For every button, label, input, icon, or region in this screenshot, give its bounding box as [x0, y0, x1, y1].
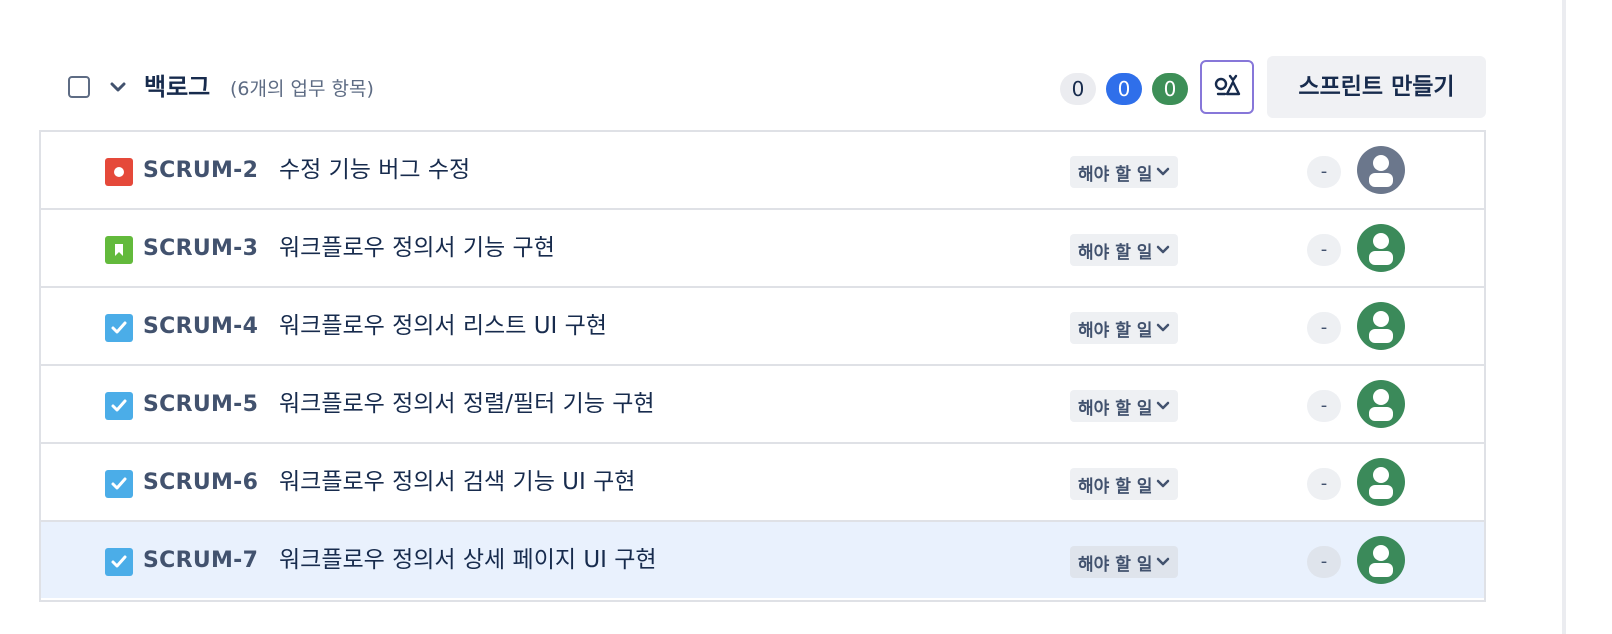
status-dropdown[interactable]: 해야 할 일: [1070, 234, 1179, 266]
assignee-avatar[interactable]: [1357, 380, 1405, 428]
status-label: 해야 할 일: [1078, 398, 1153, 419]
assignee-avatar[interactable]: [1357, 224, 1405, 272]
task-icon: [105, 314, 133, 342]
person-icon: [1369, 467, 1393, 499]
backlog-title: 백로그: [144, 73, 211, 101]
person-icon: [1369, 389, 1393, 421]
person-icon: [1369, 311, 1393, 343]
issue-key[interactable]: SCRUM-4: [143, 310, 258, 344]
person-icon: [1369, 233, 1393, 265]
issue-summary[interactable]: 워크플로우 정의서 정렬/필터 기능 구현: [279, 386, 655, 422]
story-points-badge[interactable]: -: [1307, 468, 1341, 500]
person-icon: [1369, 545, 1393, 577]
status-dropdown[interactable]: 해야 할 일: [1070, 390, 1179, 422]
assignee-avatar[interactable]: [1357, 458, 1405, 506]
chevron-down-icon: [1156, 557, 1170, 567]
chevron-down-icon: [1156, 401, 1170, 411]
chevron-down-icon: [1156, 323, 1170, 333]
person-icon: [1369, 155, 1393, 187]
scrollbar-track[interactable]: [1562, 0, 1566, 634]
issue-row[interactable]: SCRUM-3 워크플로우 정의서 기능 구현 해야 할 일 -: [41, 210, 1484, 288]
insights-icon: [1212, 70, 1242, 104]
status-dropdown[interactable]: 해야 할 일: [1070, 156, 1179, 188]
assignee-avatar[interactable]: [1357, 302, 1405, 350]
story-icon: [105, 236, 133, 264]
status-label: 해야 할 일: [1078, 242, 1153, 263]
issue-row[interactable]: SCRUM-5 워크플로우 정의서 정렬/필터 기능 구현 해야 할 일 -: [41, 366, 1484, 444]
task-icon: [105, 470, 133, 498]
insights-button[interactable]: [1200, 60, 1254, 114]
issue-row[interactable]: SCRUM-7 워크플로우 정의서 상세 페이지 UI 구현 해야 할 일 -: [41, 522, 1484, 598]
backlog-issue-count: (6개의 업무 항목): [230, 78, 374, 100]
issue-key[interactable]: SCRUM-2: [143, 154, 258, 188]
story-points-badge[interactable]: -: [1307, 390, 1341, 422]
backlog-header: 백로그 (6개의 업무 항목) 0 0 0 스프린트 만들기: [66, 56, 1486, 118]
issue-row[interactable]: SCRUM-6 워크플로우 정의서 검색 기능 UI 구현 해야 할 일 -: [41, 444, 1484, 522]
issue-key[interactable]: SCRUM-3: [143, 232, 258, 266]
status-dropdown[interactable]: 해야 할 일: [1070, 468, 1179, 500]
assignee-avatar[interactable]: [1357, 536, 1405, 584]
issue-summary[interactable]: 수정 기능 버그 수정: [279, 152, 470, 188]
status-dropdown[interactable]: 해야 할 일: [1070, 312, 1179, 344]
story-points-badge[interactable]: -: [1307, 312, 1341, 344]
status-label: 해야 할 일: [1078, 164, 1153, 185]
task-icon: [105, 548, 133, 576]
chevron-down-icon: [1156, 245, 1170, 255]
issue-key[interactable]: SCRUM-7: [143, 544, 258, 578]
issue-summary[interactable]: 워크플로우 정의서 검색 기능 UI 구현: [279, 464, 635, 500]
backlog-page: 백로그 (6개의 업무 항목) 0 0 0 스프린트 만들기 SCRUM-2 수…: [0, 0, 1612, 634]
issue-summary[interactable]: 워크플로우 정의서 리스트 UI 구현: [279, 308, 607, 344]
issue-key[interactable]: SCRUM-6: [143, 466, 258, 500]
chevron-down-icon: [1156, 167, 1170, 177]
issue-row[interactable]: SCRUM-4 워크플로우 정의서 리스트 UI 구현 해야 할 일 -: [41, 288, 1484, 366]
assignee-avatar[interactable]: [1357, 146, 1405, 194]
status-dropdown[interactable]: 해야 할 일: [1070, 546, 1179, 578]
backlog-issue-list: SCRUM-2 수정 기능 버그 수정 해야 할 일 - SCRUM-3 워크플…: [39, 130, 1486, 602]
todo-count-badge: 0: [1060, 73, 1096, 105]
bug-icon: [105, 158, 133, 186]
task-icon: [105, 392, 133, 420]
chevron-down-icon[interactable]: [106, 76, 130, 98]
story-points-badge[interactable]: -: [1307, 546, 1341, 578]
status-label: 해야 할 일: [1078, 320, 1153, 341]
done-count-badge: 0: [1152, 73, 1188, 105]
status-label: 해야 할 일: [1078, 554, 1153, 575]
story-points-badge[interactable]: -: [1307, 156, 1341, 188]
issue-row[interactable]: SCRUM-2 수정 기능 버그 수정 해야 할 일 -: [41, 132, 1484, 210]
issue-summary[interactable]: 워크플로우 정의서 상세 페이지 UI 구현: [279, 542, 657, 578]
chevron-down-icon: [1156, 479, 1170, 489]
select-all-checkbox[interactable]: [68, 76, 90, 98]
in-progress-count-badge: 0: [1106, 73, 1142, 105]
status-label: 해야 할 일: [1078, 476, 1153, 497]
issue-summary[interactable]: 워크플로우 정의서 기능 구현: [279, 230, 555, 266]
story-points-badge[interactable]: -: [1307, 234, 1341, 266]
issue-key[interactable]: SCRUM-5: [143, 388, 258, 422]
create-sprint-button[interactable]: 스프린트 만들기: [1267, 56, 1486, 118]
